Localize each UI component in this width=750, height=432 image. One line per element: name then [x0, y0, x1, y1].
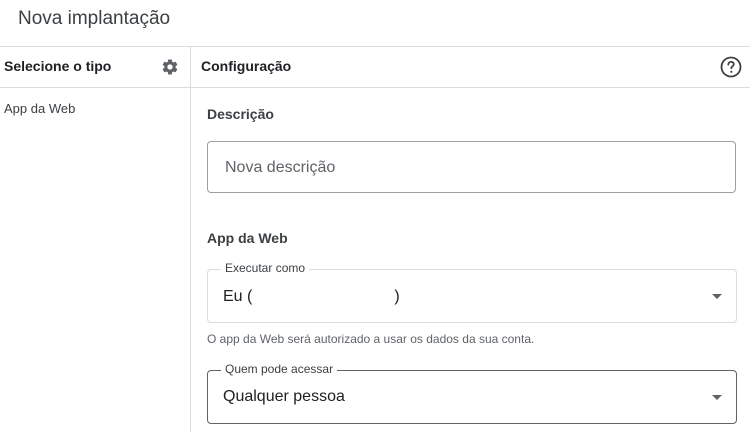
web-app-section-label: App da Web [207, 230, 288, 246]
who-can-access-value: Qualquer pessoa [223, 388, 345, 405]
chevron-down-icon [712, 395, 722, 400]
configuration-title: Configuração [201, 58, 292, 74]
who-can-access-label: Quem pode acessar [221, 362, 338, 376]
description-label: Descrição [207, 106, 274, 122]
type-item-web-app[interactable]: App da Web [4, 101, 75, 116]
chevron-down-icon [712, 294, 722, 299]
panel-header-divider [0, 87, 750, 88]
column-divider [190, 46, 191, 432]
execute-as-label: Executar como [221, 261, 310, 275]
execute-as-value: Eu () [223, 287, 400, 305]
who-can-access-select[interactable]: Quem pode acessar Qualquer pessoa [207, 362, 737, 424]
gear-icon[interactable] [161, 58, 179, 76]
description-input[interactable] [223, 142, 727, 194]
description-field[interactable] [207, 141, 736, 194]
help-circle-icon[interactable] [719, 55, 743, 79]
execute-as-hint: O app da Web será autorizado a usar os d… [207, 332, 535, 346]
execute-as-select[interactable]: Executar como Eu () [207, 261, 737, 323]
header-divider [0, 46, 750, 47]
redacted-account [252, 287, 395, 301]
dialog-title: Nova implantação [18, 8, 171, 29]
select-type-title: Selecione o tipo [4, 58, 112, 74]
